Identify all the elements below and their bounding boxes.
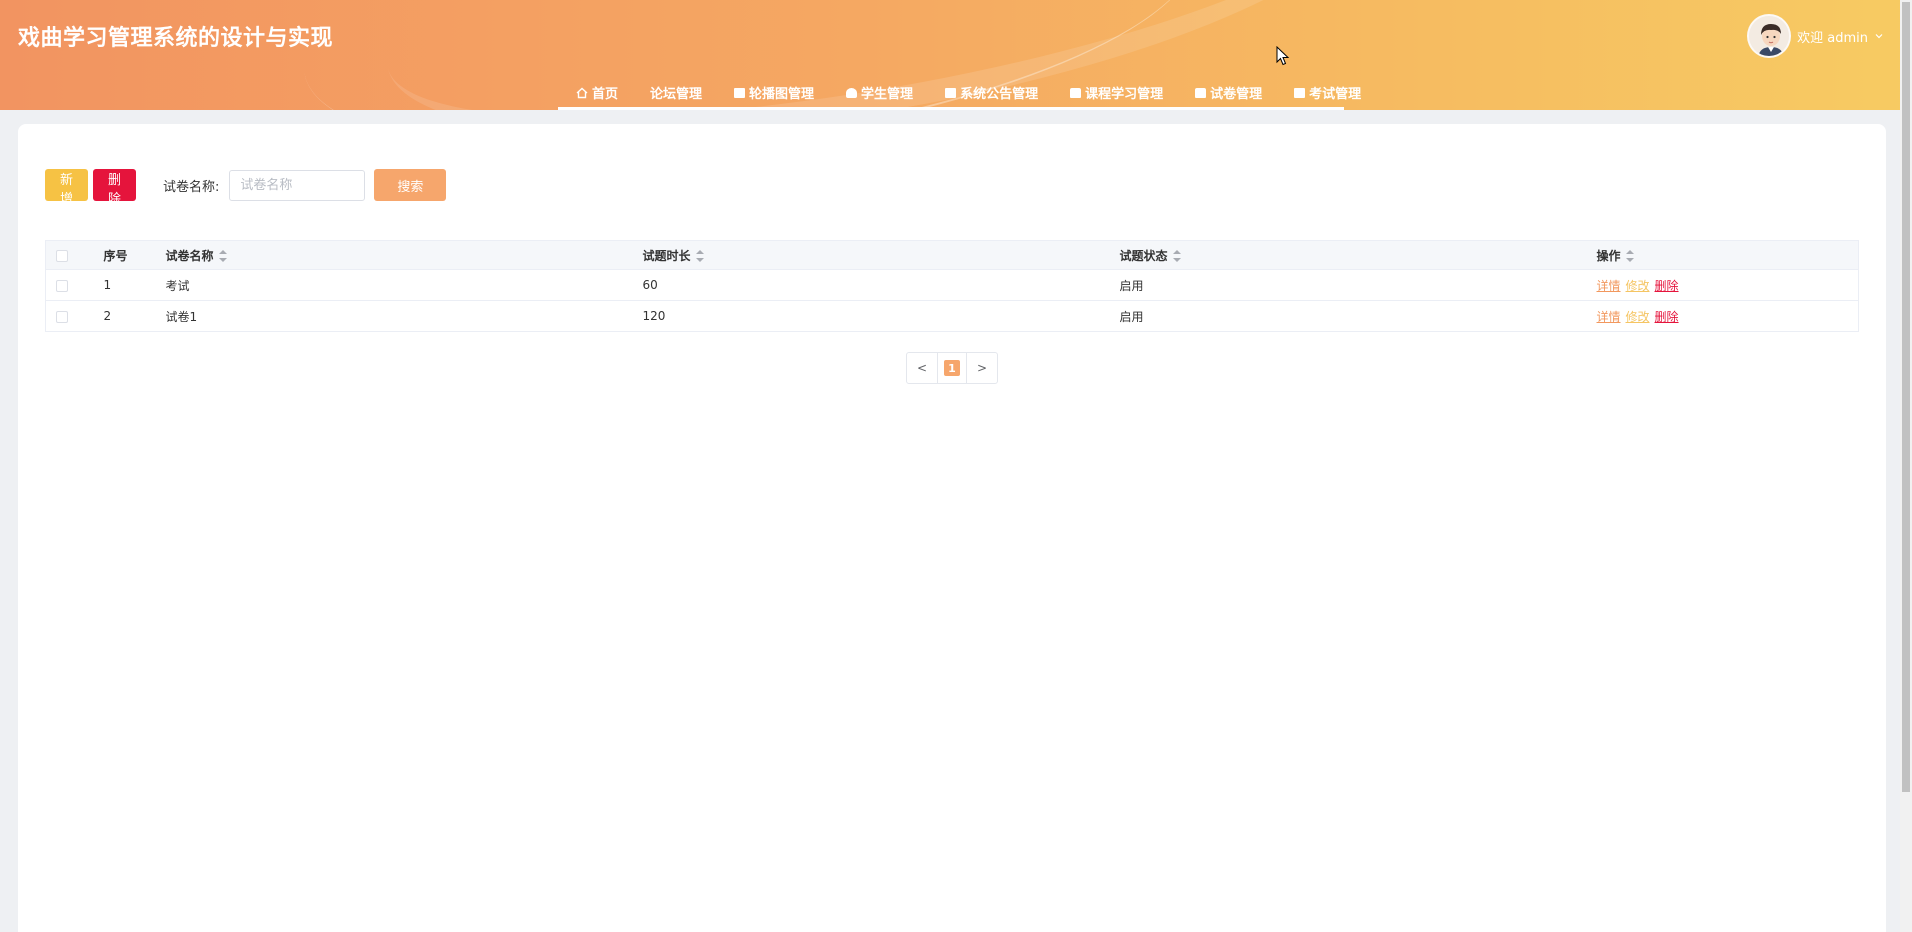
nav-item-label: 学生管理	[861, 87, 914, 102]
cell-duration: 60	[642, 269, 1120, 301]
main-content-card: 新增 删除 试卷名称: 搜索 序号 试卷名称 试题时长 试题状态 操作 1 考试…	[18, 124, 1886, 932]
current-page: 1	[944, 360, 960, 376]
column-header-label: 试题时长	[642, 248, 691, 263]
sort-icon[interactable]	[218, 250, 227, 262]
exam-icon	[1294, 87, 1306, 98]
notice-icon	[945, 87, 957, 98]
column-header-status[interactable]: 试题状态	[1119, 240, 1597, 270]
prev-page-button[interactable]: <	[907, 353, 937, 383]
select-all-checkbox[interactable]	[56, 249, 68, 262]
welcome-text: 欢迎 admin	[1797, 30, 1868, 46]
cell-actions: 详情 修改 删除	[1596, 300, 1859, 332]
nav-item-label: 考试管理	[1309, 87, 1362, 102]
scrollbar-thumb[interactable]	[1902, 2, 1910, 792]
page-number-button[interactable]: 1	[937, 353, 967, 383]
sort-icon[interactable]	[695, 250, 704, 262]
delete-link[interactable]: 删除	[1655, 279, 1679, 293]
nav-item-carousel[interactable]: 轮播图管理	[716, 70, 828, 107]
nav-item-label: 系统公告管理	[960, 87, 1039, 102]
top-header: 戏曲学习管理系统的设计与实现 首页 论坛管理 轮播图管理 学生管理 系统公告管理…	[0, 0, 1912, 110]
next-page-button[interactable]: >	[967, 353, 997, 383]
cell-index: 1	[103, 269, 166, 301]
cell-index: 2	[103, 300, 166, 332]
column-header-label: 操作	[1596, 248, 1621, 263]
image-icon	[734, 87, 746, 98]
nav-item-label: 首页	[592, 87, 619, 102]
cell-status: 启用	[1119, 300, 1597, 332]
mouse-cursor-icon	[1276, 46, 1290, 66]
chevron-down-icon	[1875, 34, 1883, 39]
column-header-index: 序号	[103, 240, 166, 270]
column-header-name[interactable]: 试卷名称	[165, 240, 643, 270]
search-button[interactable]: 搜索	[374, 169, 447, 201]
edit-link[interactable]: 修改	[1626, 310, 1650, 324]
add-button[interactable]: 新增	[45, 169, 88, 207]
avatar	[1747, 14, 1792, 58]
nav-item-home[interactable]: 首页	[558, 70, 632, 107]
nav-item-label: 试卷管理	[1210, 87, 1263, 102]
nav-item-papers[interactable]: 试卷管理	[1177, 70, 1276, 107]
column-header-actions[interactable]: 操作	[1596, 240, 1859, 270]
user-menu[interactable]: 欢迎 admin	[1747, 14, 1884, 58]
table-row: 2 试卷1 120 启用 详情 修改 删除	[45, 300, 1859, 332]
nav-item-forum[interactable]: 论坛管理	[632, 70, 716, 107]
table-header-row: 序号 试卷名称 试题时长 试题状态 操作	[45, 240, 1859, 270]
paper-name-search-input[interactable]	[229, 169, 366, 201]
user-icon	[846, 87, 858, 98]
toolbar: 新增 删除 试卷名称: 搜索	[45, 169, 447, 207]
sort-icon[interactable]	[1172, 250, 1181, 262]
nav-item-label: 课程学习管理	[1085, 87, 1164, 102]
sort-icon[interactable]	[1625, 250, 1634, 262]
paper-icon	[1195, 87, 1207, 98]
pagination: < 1 >	[906, 352, 998, 384]
page-scrollbar[interactable]	[1900, 0, 1912, 932]
detail-link[interactable]: 详情	[1597, 310, 1621, 324]
nav-item-label: 轮播图管理	[749, 87, 815, 102]
cell-name: 考试	[165, 269, 643, 301]
bulk-delete-button[interactable]: 删除	[93, 169, 136, 207]
nav-item-courses[interactable]: 课程学习管理	[1052, 70, 1177, 107]
row-checkbox[interactable]	[56, 310, 68, 323]
course-icon	[1070, 87, 1082, 98]
nav-item-exams[interactable]: 考试管理	[1276, 70, 1375, 107]
nav-item-notices[interactable]: 系统公告管理	[927, 70, 1052, 107]
main-nav: 首页 论坛管理 轮播图管理 学生管理 系统公告管理 课程学习管理 试卷管理 考试…	[558, 70, 1361, 110]
delete-link[interactable]: 删除	[1655, 310, 1679, 324]
row-checkbox[interactable]	[56, 279, 68, 292]
app-title: 戏曲学习管理系统的设计与实现	[18, 26, 334, 51]
home-icon	[576, 87, 588, 98]
nav-item-students[interactable]: 学生管理	[828, 70, 927, 107]
nav-item-label: 论坛管理	[650, 87, 703, 102]
cell-duration: 120	[642, 300, 1120, 332]
paper-table: 序号 试卷名称 试题时长 试题状态 操作 1 考试 60 启用 详情 修改 删除 2	[45, 240, 1859, 332]
cell-actions: 详情 修改 删除	[1596, 269, 1859, 301]
table-row: 1 考试 60 启用 详情 修改 删除	[45, 269, 1859, 301]
edit-link[interactable]: 修改	[1626, 279, 1650, 293]
column-header-label: 试题状态	[1119, 248, 1168, 263]
detail-link[interactable]: 详情	[1597, 279, 1621, 293]
cell-name: 试卷1	[165, 300, 643, 332]
avatar-image	[1749, 16, 1790, 56]
search-label: 试卷名称:	[163, 179, 220, 195]
column-header-label: 试卷名称	[165, 248, 214, 263]
cell-status: 启用	[1119, 269, 1597, 301]
column-header-duration[interactable]: 试题时长	[642, 240, 1120, 270]
